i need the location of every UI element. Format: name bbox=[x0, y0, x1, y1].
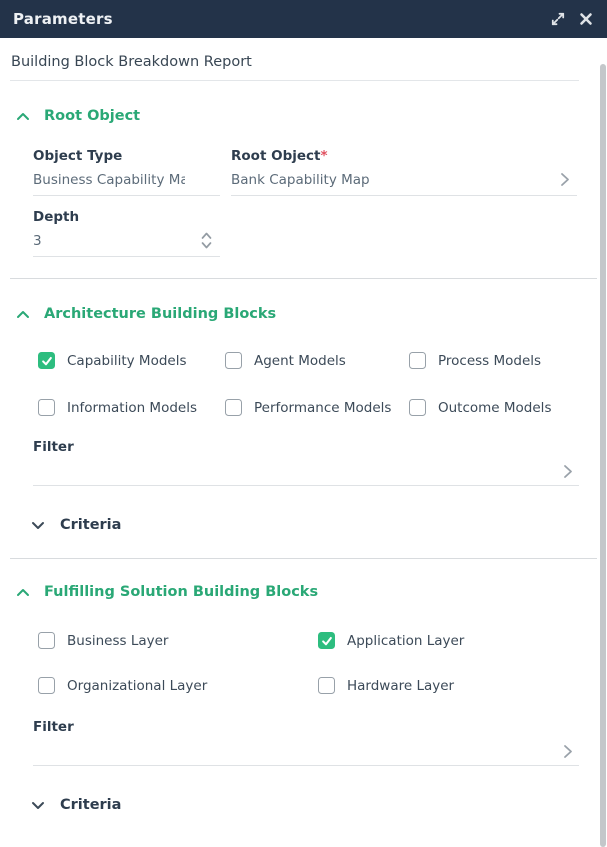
checkbox-unchecked-icon[interactable] bbox=[38, 677, 55, 694]
architecture-filter-group: Filter bbox=[33, 439, 579, 486]
fulfilling-filter-field[interactable] bbox=[33, 735, 579, 766]
checkbox-label: Performance Models bbox=[254, 400, 391, 416]
checkbox-item[interactable]: Organizational Layer bbox=[38, 677, 318, 694]
chevron-down-icon bbox=[31, 795, 45, 814]
report-title: Building Block Breakdown Report bbox=[10, 38, 579, 81]
architecture-filter-field[interactable] bbox=[33, 455, 579, 486]
section-divider bbox=[10, 278, 597, 279]
root-object-picker[interactable]: Bank Capability Map bbox=[231, 164, 577, 196]
criteria-title: Criteria bbox=[60, 797, 121, 813]
checkbox-checked-icon[interactable] bbox=[318, 632, 335, 649]
checkbox-unchecked-icon[interactable] bbox=[225, 399, 242, 416]
section-architecture[interactable]: Architecture Building Blocks bbox=[16, 304, 597, 323]
depth-input[interactable]: 3 bbox=[33, 225, 220, 257]
panel-title: Parameters bbox=[13, 10, 550, 28]
chevron-up-icon bbox=[16, 106, 30, 125]
filter-label: Filter bbox=[33, 439, 579, 455]
object-type-label: Object Type bbox=[33, 148, 220, 164]
root-object-field-group: Root Object* Bank Capability Map bbox=[231, 148, 577, 196]
architecture-criteria-toggle[interactable]: Criteria bbox=[31, 515, 597, 534]
checkbox-label: Information Models bbox=[67, 400, 197, 416]
checkbox-unchecked-icon[interactable] bbox=[38, 632, 55, 649]
chevron-up-icon bbox=[16, 304, 30, 323]
checkbox-label: Agent Models bbox=[254, 353, 346, 369]
checkbox-unchecked-icon[interactable] bbox=[225, 352, 242, 369]
checkbox-item[interactable]: Process Models bbox=[409, 352, 583, 369]
checkbox-item[interactable]: Hardware Layer bbox=[318, 677, 583, 694]
section-title: Root Object bbox=[44, 108, 140, 124]
chevron-down-icon bbox=[31, 515, 45, 534]
section-title: Architecture Building Blocks bbox=[44, 306, 276, 322]
object-type-field-group: Object Type Business Capability Map bbox=[33, 148, 220, 196]
fulfilling-criteria-toggle[interactable]: Criteria bbox=[31, 795, 597, 814]
panel-titlebar: Parameters bbox=[0, 0, 607, 38]
chevron-right-icon[interactable] bbox=[560, 172, 570, 187]
checkbox-unchecked-icon[interactable] bbox=[409, 352, 426, 369]
checkbox-label: Capability Models bbox=[67, 353, 187, 369]
vertical-scrollbar[interactable] bbox=[600, 64, 606, 847]
fulfilling-filter-group: Filter bbox=[33, 719, 579, 766]
checkbox-item[interactable]: Application Layer bbox=[318, 632, 583, 649]
close-icon[interactable] bbox=[579, 12, 593, 26]
checkbox-label: Outcome Models bbox=[438, 400, 551, 416]
checkbox-item[interactable]: Agent Models bbox=[225, 352, 409, 369]
checkbox-item[interactable]: Outcome Models bbox=[409, 399, 583, 416]
number-stepper-icon[interactable] bbox=[200, 230, 213, 251]
checkbox-item[interactable]: Performance Models bbox=[225, 399, 409, 416]
object-type-value[interactable]: Business Capability Map bbox=[33, 164, 220, 196]
checkbox-checked-icon[interactable] bbox=[38, 352, 55, 369]
expand-diagonal-icon[interactable] bbox=[550, 11, 566, 27]
checkbox-item[interactable]: Capability Models bbox=[38, 352, 225, 369]
checkbox-unchecked-icon[interactable] bbox=[38, 399, 55, 416]
architecture-checkbox-grid: Capability Models Agent Models Process Mod… bbox=[38, 352, 583, 416]
required-marker: * bbox=[320, 148, 327, 164]
checkbox-label: Organizational Layer bbox=[67, 678, 207, 694]
fulfilling-checkbox-grid: Business Layer Application Layer Organizat… bbox=[38, 632, 583, 694]
root-object-label: Root Object* bbox=[231, 148, 577, 164]
chevron-right-icon[interactable] bbox=[563, 464, 573, 479]
section-title: Fulfilling Solution Building Blocks bbox=[44, 584, 318, 600]
section-fulfilling[interactable]: Fulfilling Solution Building Blocks bbox=[16, 582, 597, 601]
criteria-title: Criteria bbox=[60, 517, 121, 533]
checkbox-item[interactable]: Information Models bbox=[38, 399, 225, 416]
depth-field-group: Depth 3 bbox=[33, 209, 220, 257]
section-root-object[interactable]: Root Object bbox=[16, 106, 597, 125]
checkbox-label: Process Models bbox=[438, 353, 541, 369]
checkbox-unchecked-icon[interactable] bbox=[318, 677, 335, 694]
section-divider bbox=[10, 558, 597, 559]
chevron-right-icon[interactable] bbox=[563, 744, 573, 759]
filter-label: Filter bbox=[33, 719, 579, 735]
depth-label: Depth bbox=[33, 209, 220, 225]
checkbox-item[interactable]: Business Layer bbox=[38, 632, 318, 649]
chevron-up-icon bbox=[16, 582, 30, 601]
checkbox-label: Business Layer bbox=[67, 633, 168, 649]
checkbox-label: Application Layer bbox=[347, 633, 464, 649]
checkbox-unchecked-icon[interactable] bbox=[409, 399, 426, 416]
checkbox-label: Hardware Layer bbox=[347, 678, 454, 694]
